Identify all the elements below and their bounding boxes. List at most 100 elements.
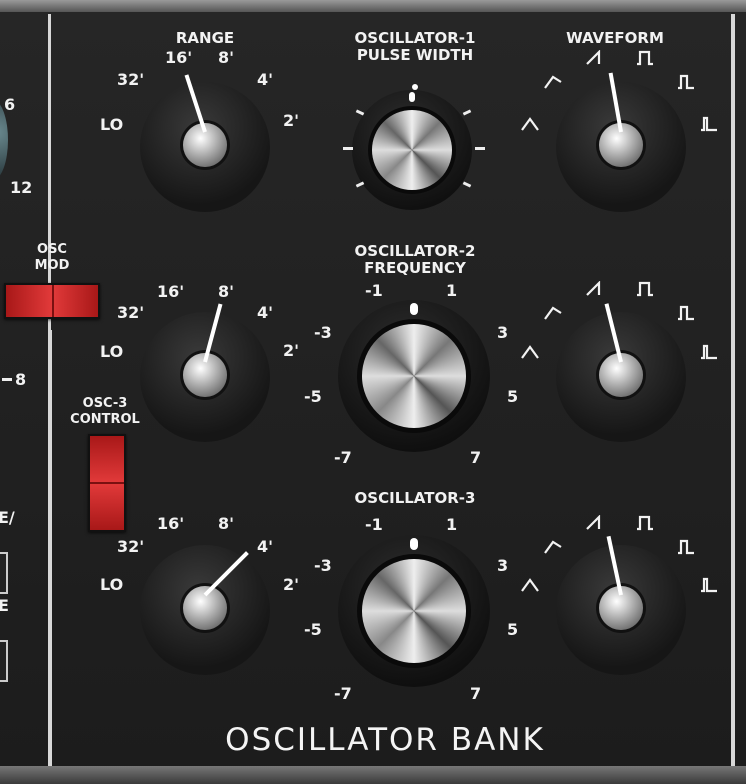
left-switch-2[interactable] xyxy=(0,640,8,682)
osc3-header: OSCILLATOR-3 xyxy=(354,489,476,507)
osc2-sawtooth-icon xyxy=(586,281,601,296)
knob-indicator xyxy=(409,92,415,102)
osc1-range-4: 4' xyxy=(257,70,274,89)
osc3-range-16: 16' xyxy=(157,514,185,533)
osc3-control-switch-seam xyxy=(90,482,124,484)
osc2-range-8: 8' xyxy=(218,282,235,301)
osc3-freq-plus7: 7 xyxy=(470,684,482,703)
osc2-freq-plus3: 3 xyxy=(497,323,509,342)
osc3-wide-pulse-icon xyxy=(678,539,694,555)
osc-mod-switch[interactable] xyxy=(4,283,100,319)
osc2-triangle-saw-icon xyxy=(544,306,562,320)
pw-tick-upper-right xyxy=(462,109,472,116)
osc1-narrow-pulse-icon xyxy=(701,116,717,132)
osc2-frequency-header: OSCILLATOR-2 FREQUENCY xyxy=(354,242,476,277)
waveform-header: WAVEFORM xyxy=(566,29,664,47)
osc3-triangle-saw-icon xyxy=(544,540,562,554)
osc-mod-switch-seam xyxy=(52,285,54,317)
pw-tick-lower-left xyxy=(355,181,365,188)
knob-indicator xyxy=(410,303,418,315)
pw-tick-upper-left xyxy=(355,109,365,116)
osc3-range-2: 2' xyxy=(283,575,300,594)
osc3-square-icon xyxy=(637,515,653,531)
osc1-sawtooth-icon xyxy=(586,50,601,65)
osc1-range-32: 32' xyxy=(117,70,145,89)
osc2-square-icon xyxy=(637,281,653,297)
osc2-narrow-pulse-icon xyxy=(701,344,717,360)
osc3-freq-minus7: -7 xyxy=(334,684,352,703)
osc1-wide-pulse-icon xyxy=(678,74,694,90)
osc3-freq-plus1: 1 xyxy=(446,515,458,534)
pw-tick-right xyxy=(475,147,485,150)
pulse-width-scale xyxy=(412,84,418,90)
osc3-range-32: 32' xyxy=(117,537,145,556)
osc2-range-2: 2' xyxy=(283,341,300,360)
osc1-range-lo: LO xyxy=(100,115,124,134)
knob-chrome-face xyxy=(362,324,466,428)
knob-pointer xyxy=(203,551,249,597)
osc1-square-icon xyxy=(637,50,653,66)
osc3-narrow-pulse-icon xyxy=(701,577,717,593)
osc3-freq-minus5: -5 xyxy=(304,620,322,639)
osc1-range-2: 2' xyxy=(283,111,300,130)
left-scale-12: 12 xyxy=(10,178,33,197)
osc2-wide-pulse-icon xyxy=(678,305,694,321)
pw-tick-lower-right xyxy=(462,181,472,188)
left-label-e: E xyxy=(0,596,9,615)
osc3-range-8: 8' xyxy=(218,514,235,533)
oscillator-bank-panel: { "panel": {"title": "OSCILLATOR BANK"},… xyxy=(0,0,746,784)
bottom-rail xyxy=(0,766,746,784)
section-title: OSCILLATOR BANK xyxy=(225,722,545,758)
range-header: RANGE xyxy=(175,29,235,47)
osc3-waveform-knob[interactable] xyxy=(556,535,686,675)
osc3-freq-plus3: 3 xyxy=(497,556,509,575)
pulse-width-knob[interactable] xyxy=(352,90,472,210)
osc2-freq-minus3: -3 xyxy=(314,323,332,342)
osc2-range-4: 4' xyxy=(257,303,274,322)
osc2-frequency-knob[interactable] xyxy=(338,300,490,452)
osc2-freq-minus1: -1 xyxy=(365,281,383,300)
left-scale-8: 8 xyxy=(15,370,27,389)
osc2-freq-plus5: 5 xyxy=(507,387,519,406)
osc3-control-switch[interactable] xyxy=(88,434,126,532)
osc1-triangle-icon xyxy=(521,117,539,131)
osc2-range-lo: LO xyxy=(100,342,124,361)
left-switch-1[interactable] xyxy=(0,552,8,594)
left-scale-6: 6 xyxy=(4,95,16,114)
osc2-waveform-knob[interactable] xyxy=(556,303,686,442)
osc3-freq-minus1: -1 xyxy=(365,515,383,534)
pulse-width-header: OSCILLATOR-1 PULSE WIDTH xyxy=(354,29,476,64)
osc1-range-16: 16' xyxy=(165,48,193,67)
osc2-range-16: 16' xyxy=(157,282,185,301)
osc3-range-4: 4' xyxy=(257,537,274,556)
osc3-frequency-knob[interactable] xyxy=(338,535,490,687)
osc3-sawtooth-icon xyxy=(586,515,601,530)
right-divider xyxy=(731,14,735,766)
osc2-freq-plus7: 7 xyxy=(470,448,482,467)
osc1-range-8: 8' xyxy=(218,48,235,67)
knob-indicator xyxy=(410,538,418,550)
left-tick xyxy=(2,378,12,381)
osc2-range-knob[interactable] xyxy=(140,303,270,442)
top-rail xyxy=(0,0,746,12)
osc2-range-32: 32' xyxy=(117,303,145,322)
osc1-waveform-knob[interactable] xyxy=(556,72,686,212)
osc3-control-label: OSC-3 CONTROL xyxy=(70,396,140,427)
osc2-freq-minus7: -7 xyxy=(334,448,352,467)
left-label-e-slash: E/ xyxy=(0,508,15,527)
pw-tick-left xyxy=(343,147,353,150)
osc2-freq-plus1: 1 xyxy=(446,281,458,300)
osc3-freq-minus3: -3 xyxy=(314,556,332,575)
osc3-range-knob[interactable] xyxy=(140,545,270,675)
mod-divider xyxy=(50,330,52,766)
knob-chrome-face xyxy=(372,110,452,190)
osc1-triangle-saw-icon xyxy=(544,75,562,89)
osc3-range-lo: LO xyxy=(100,575,124,594)
osc3-triangle-icon xyxy=(521,578,539,592)
osc3-freq-plus5: 5 xyxy=(507,620,519,639)
osc2-freq-minus5: -5 xyxy=(304,387,322,406)
osc-mod-label: OSC MOD xyxy=(34,242,70,273)
osc2-triangle-icon xyxy=(521,345,539,359)
knob-chrome-face xyxy=(362,559,466,663)
osc1-range-knob[interactable] xyxy=(140,74,270,212)
